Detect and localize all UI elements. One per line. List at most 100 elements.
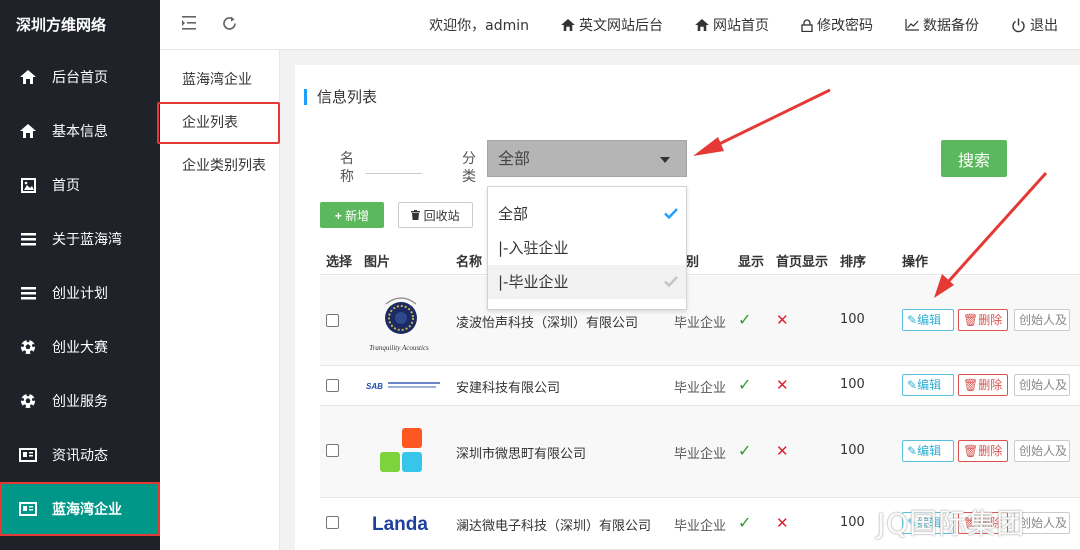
sidebar-item-homepage[interactable]: 首页	[0, 158, 160, 212]
home-show-no-icon[interactable]: ✕	[776, 376, 789, 394]
welcome-text: 欢迎你，admin	[429, 18, 529, 34]
sidebar-item-basic-info[interactable]: 基本信息	[0, 104, 160, 158]
sidebar-item-service[interactable]: 创业服务	[0, 374, 160, 428]
sidebar-item-dashboard[interactable]: 后台首页	[0, 50, 160, 104]
subnav-item-enterprise-list[interactable]: 企业列表	[157, 102, 280, 144]
company-logo: Landa	[372, 511, 442, 535]
edit-button[interactable]: ✎编辑	[902, 309, 954, 331]
sidebar-item-contest[interactable]: 创业大赛	[0, 320, 160, 374]
option-label: |-毕业企业	[498, 273, 569, 291]
site-home-link[interactable]: 网站首页	[695, 15, 769, 35]
soccer-ball-icon	[18, 339, 38, 355]
founder-button[interactable]: 创始人及	[1014, 309, 1070, 331]
sidebar-item-label: 关于蓝海湾	[52, 232, 122, 248]
site-home-label: 网站首页	[713, 18, 769, 34]
category-option-resident[interactable]: |-入驻企业	[488, 231, 686, 265]
subnav-item-lanhaiwan-enterprise[interactable]: 蓝海湾企业	[160, 58, 279, 102]
home-icon	[18, 70, 38, 84]
company-category: 毕业企业	[674, 316, 727, 331]
home-icon	[695, 19, 709, 31]
refresh-icon[interactable]	[221, 15, 238, 36]
table-row: 深圳市微思町有限公司 毕业企业 ✓ ✕ 100 ✎编辑 🗑删除 创始人及	[320, 406, 1080, 498]
image-icon	[18, 177, 38, 193]
sidebar-item-label: 基本信息	[52, 124, 108, 140]
top-header: 欢迎你，admin 英文网站后台 网站首页 修改密码 数据备份 退出	[160, 0, 1080, 50]
home-show-no-icon[interactable]: ✕	[776, 514, 789, 532]
company-category: 毕业企业	[674, 381, 727, 396]
power-icon	[1011, 18, 1026, 33]
pencil-icon: ✎	[907, 444, 918, 458]
recycle-bin-label: 回收站	[423, 208, 460, 223]
list-icon	[18, 286, 38, 300]
show-yes-icon[interactable]: ✓	[738, 375, 751, 394]
edit-button[interactable]: ✎编辑	[902, 374, 954, 396]
row-checkbox[interactable]	[326, 444, 339, 457]
show-yes-icon[interactable]: ✓	[738, 513, 751, 532]
row-checkbox[interactable]	[326, 516, 339, 529]
trash-icon	[411, 209, 421, 223]
page-title: 信息列表	[304, 89, 377, 105]
col-name: 名称	[456, 255, 483, 270]
change-password-label: 修改密码	[817, 18, 873, 34]
edit-button[interactable]: ✎编辑	[902, 440, 954, 462]
sidebar-item-label: 创业大赛	[52, 340, 108, 356]
edit-label: 编辑	[917, 313, 942, 327]
edit-label: 编辑	[917, 444, 942, 458]
sidebar-item-news[interactable]: 资讯动态	[0, 428, 160, 482]
change-password-link[interactable]: 修改密码	[801, 15, 873, 35]
founder-button[interactable]: 创始人及	[1014, 440, 1070, 462]
lock-icon	[801, 18, 813, 32]
delete-label: 删除	[978, 313, 1003, 327]
logo-text: Landa	[372, 514, 428, 535]
delete-button[interactable]: 🗑删除	[958, 440, 1008, 462]
table-header: 选择 图片 名称 别 显示 首页显示 排序 操作	[320, 245, 1080, 275]
add-button[interactable]: + 新增	[320, 202, 384, 228]
category-dropdown: 全部 |-入驻企业 |-毕业企业	[487, 186, 687, 310]
sidebar-item-lanhaiwan-enterprise[interactable]: 蓝海湾企业	[0, 482, 160, 536]
category-option-all[interactable]: 全部	[488, 197, 686, 231]
home-show-no-icon[interactable]: ✕	[776, 442, 789, 460]
table-row: SAB 安建科技有限公司 毕业企业 ✓ ✕ 100 ✎编辑 🗑删除 创始人及	[320, 366, 1080, 406]
company-name: 澜达微电子科技（深圳）有限公司	[456, 519, 652, 534]
delete-button[interactable]: 🗑删除	[958, 374, 1008, 396]
english-admin-link[interactable]: 英文网站后台	[561, 15, 663, 35]
logout-link[interactable]: 退出	[1011, 15, 1058, 35]
header-nav: 欢迎你，admin 英文网站后台 网站首页 修改密码 数据备份 退出	[397, 0, 1058, 50]
category-option-graduated[interactable]: |-毕业企业	[488, 265, 686, 299]
home-show-no-icon[interactable]: ✕	[776, 311, 789, 329]
sidebar-item-about[interactable]: 关于蓝海湾	[0, 212, 160, 266]
sort-order: 100	[840, 377, 865, 392]
check-icon	[664, 265, 678, 299]
trash-icon: 🗑	[963, 378, 979, 392]
sidebar-item-plan[interactable]: 创业计划	[0, 266, 160, 320]
add-button-label: 新增	[345, 208, 370, 223]
col-order: 排序	[840, 255, 867, 270]
option-label: |-入驻企业	[498, 239, 569, 257]
col-select: 选择	[326, 255, 353, 270]
collapse-menu-icon[interactable]	[182, 15, 198, 35]
info-list-card: 信息列表 名称 分类 全部 全部 |-入驻企业 |-毕业企业 搜索 + 新增 回…	[295, 65, 1080, 550]
sort-order: 100	[840, 443, 865, 458]
show-yes-icon[interactable]: ✓	[738, 441, 751, 460]
company-category: 毕业企业	[674, 447, 727, 462]
search-button[interactable]: 搜索	[941, 140, 1007, 177]
row-checkbox[interactable]	[326, 314, 339, 327]
subnav-item-enterprise-category-list[interactable]: 企业类别列表	[160, 144, 279, 188]
delete-button[interactable]: 🗑删除	[958, 309, 1008, 331]
col-image: 图片	[364, 255, 391, 270]
company-logo: Tranquility Acoustics	[364, 286, 434, 356]
recycle-bin-button[interactable]: 回收站	[398, 202, 473, 228]
category-select[interactable]: 全部	[487, 140, 687, 177]
row-checkbox[interactable]	[326, 379, 339, 392]
name-filter-label: 名称	[340, 151, 354, 185]
col-category: 别	[686, 255, 700, 270]
sidebar-item-label: 首页	[52, 178, 80, 194]
sidebar-item-label: 创业服务	[52, 394, 108, 410]
founder-button[interactable]: 创始人及	[1014, 374, 1070, 396]
data-backup-label: 数据备份	[923, 18, 979, 34]
name-filter-input[interactable]	[365, 156, 422, 174]
logout-label: 退出	[1030, 18, 1058, 34]
show-yes-icon[interactable]: ✓	[738, 310, 751, 329]
data-backup-link[interactable]: 数据备份	[905, 15, 979, 35]
company-logo	[378, 426, 428, 476]
